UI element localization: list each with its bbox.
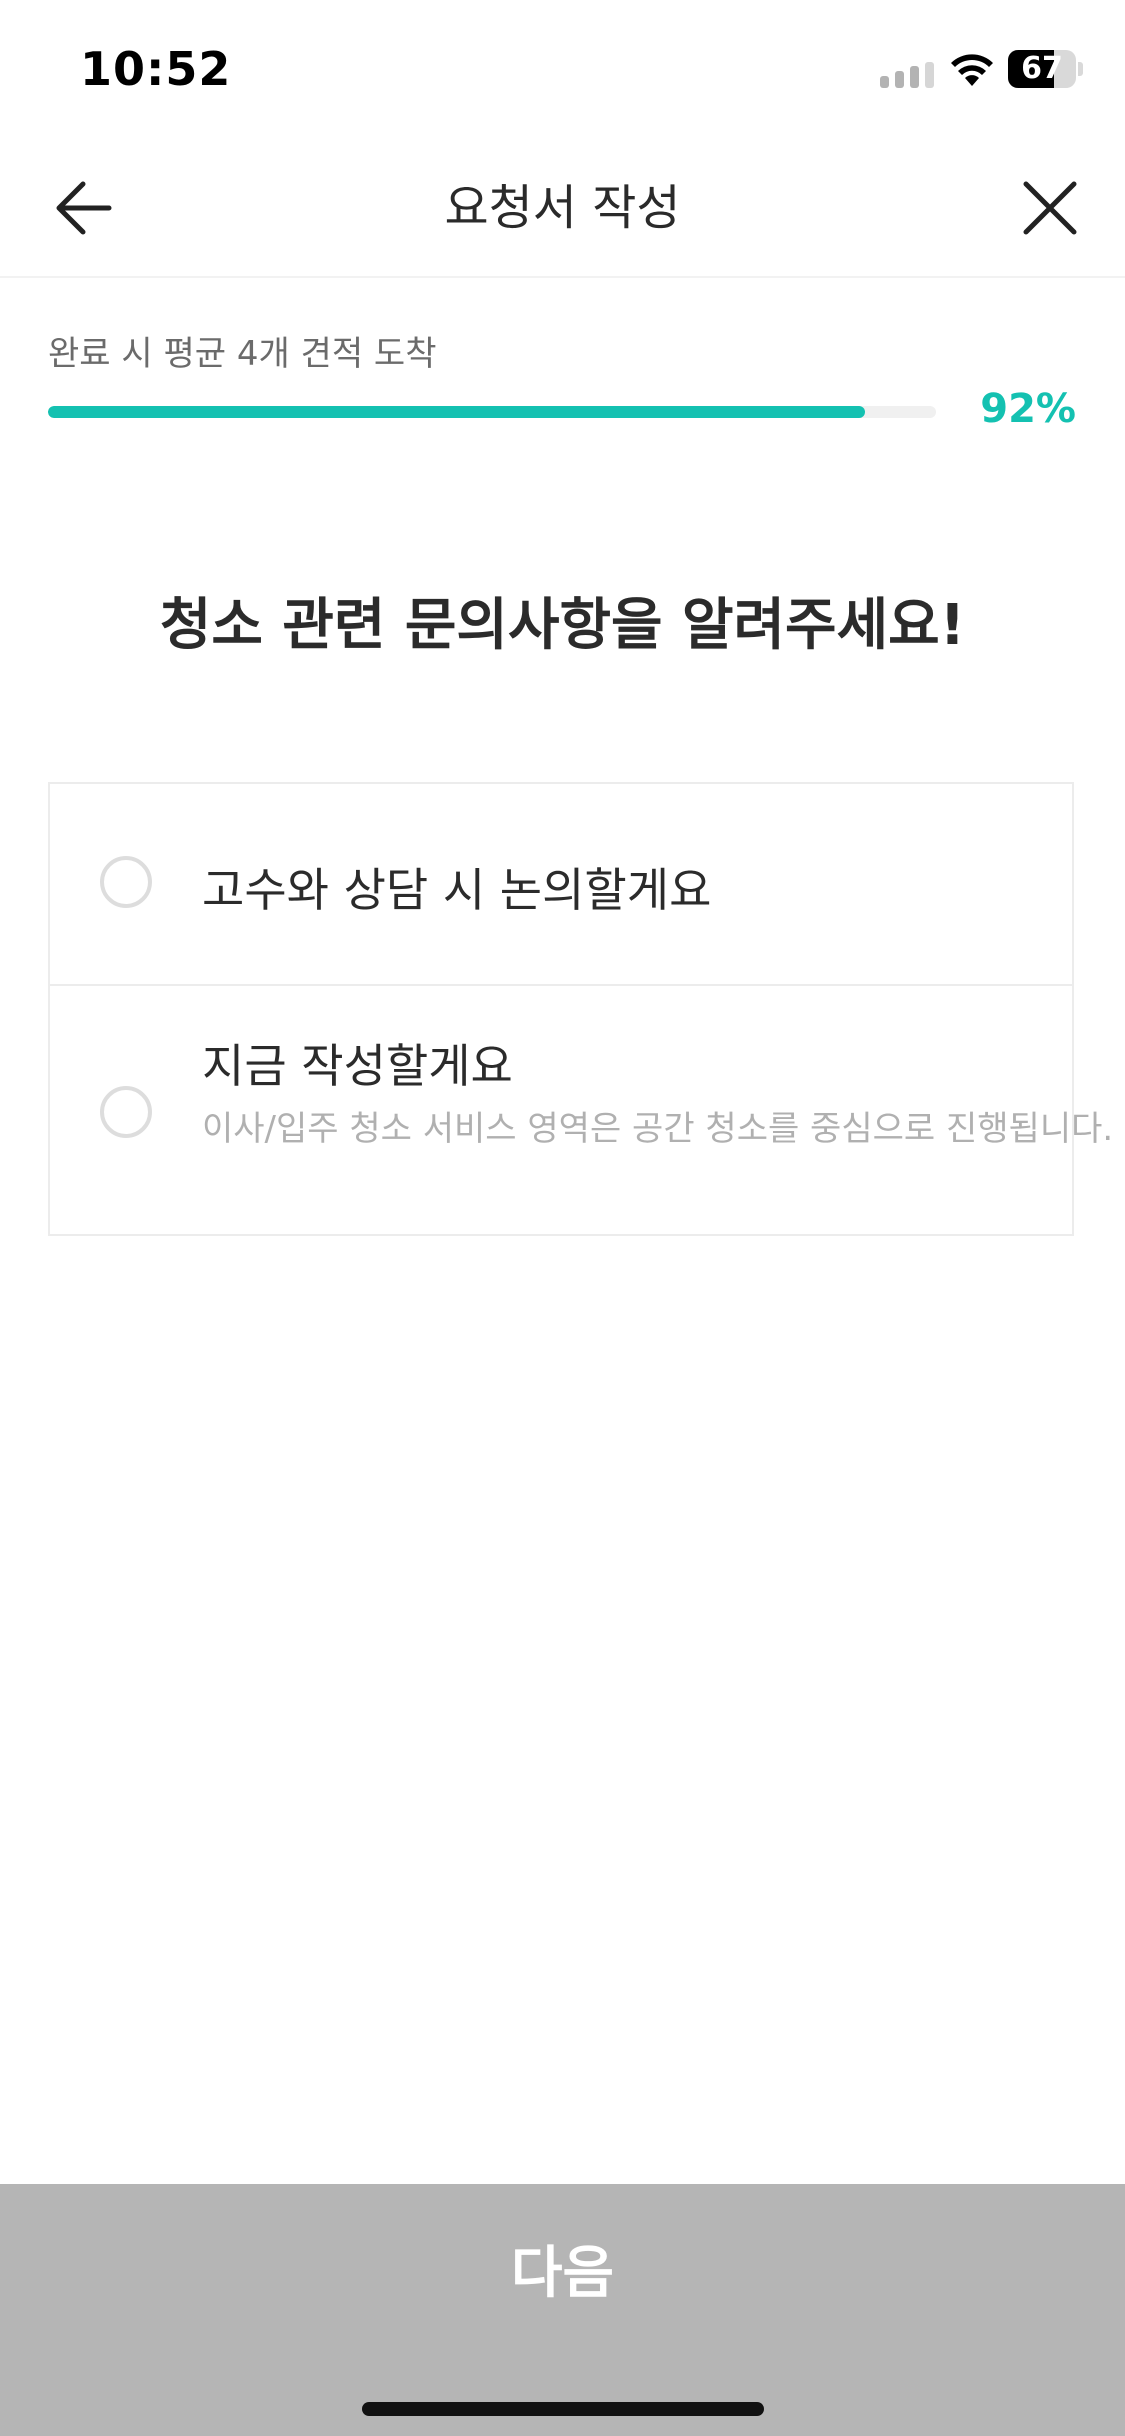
status-bar: 10:52 67 — [0, 0, 1125, 140]
next-button-label: 다음 — [510, 2241, 615, 2306]
battery-level: 67 — [1021, 51, 1063, 86]
nav-bar: 요청서 작성 — [0, 140, 1125, 278]
progress-percent: 92% — [980, 386, 1076, 432]
next-button[interactable]: 다음 — [0, 2184, 1125, 2436]
arrow-left-icon — [56, 181, 112, 235]
question-title: 청소 관련 문의사항을 알려주세요! — [159, 593, 966, 658]
option-discuss-with-pro[interactable]: 고수와 상담 시 논의할게요 — [50, 784, 1072, 986]
home-indicator — [362, 2402, 764, 2416]
radio-button[interactable] — [100, 856, 152, 908]
wifi-icon — [951, 54, 993, 86]
page-title: 요청서 작성 — [444, 180, 681, 236]
option-write-now[interactable]: 지금 작성할게요 이사/입주 청소 서비스 영역은 공간 청소를 중심으로 진행… — [50, 986, 1113, 1234]
radio-button[interactable] — [100, 1086, 152, 1138]
option-label: 고수와 상담 시 논의할게요 — [202, 863, 712, 917]
cellular-signal-icon — [880, 62, 934, 88]
progress-bar — [48, 406, 936, 418]
status-time: 10:52 — [80, 42, 232, 96]
close-icon — [1023, 181, 1077, 235]
option-label: 지금 작성할게요 — [202, 1039, 513, 1093]
option-description: 이사/입주 청소 서비스 영역은 공간 청소를 중심으로 진행됩니다. — [202, 1109, 1114, 1149]
close-button[interactable] — [1010, 170, 1090, 246]
battery-icon: 67 — [1008, 50, 1084, 88]
options-list: 고수와 상담 시 논의할게요 지금 작성할게요 이사/입주 청소 서비스 영역은… — [48, 782, 1113, 1236]
progress-caption: 완료 시 평균 4개 견적 도착 — [48, 334, 437, 374]
progress-bar-fill — [48, 406, 865, 418]
back-button[interactable] — [40, 170, 126, 246]
